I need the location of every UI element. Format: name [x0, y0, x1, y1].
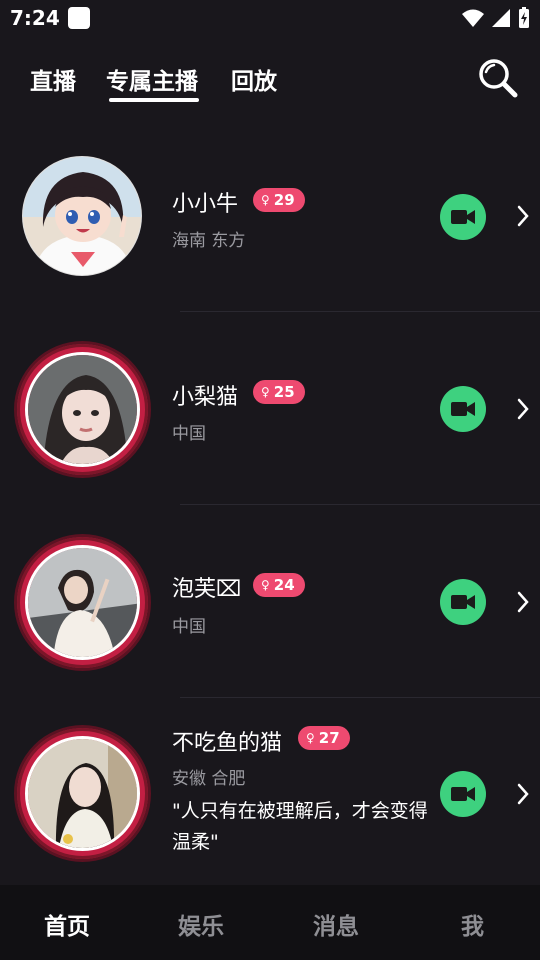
search-icon — [479, 59, 518, 98]
host-list-item[interactable]: 不吃鱼的猫 ♀ 27 安徽 合肥 "人只有在被理解后，才会变得温柔" — [0, 698, 540, 885]
female-icon: ♀ — [261, 193, 270, 207]
host-location: 中国 — [172, 424, 206, 444]
host-signature: "人只有在被理解后，才会变得温柔" — [172, 800, 428, 853]
host-name: 小梨猫 — [172, 385, 239, 410]
host-name: 小小牛 — [172, 192, 239, 217]
chevron-right-icon[interactable] — [514, 782, 532, 806]
age-value: 29 — [273, 191, 295, 209]
female-icon: ♀ — [261, 385, 270, 399]
video-camera-icon — [451, 402, 475, 416]
host-avatar-live[interactable] — [17, 537, 148, 668]
host-avatar[interactable] — [22, 156, 142, 276]
female-icon: ♀ — [306, 731, 315, 745]
nav-messages[interactable]: 消息 — [313, 907, 359, 941]
wifi-icon — [462, 9, 484, 27]
host-avatar-image — [25, 736, 140, 851]
host-avatar-live[interactable] — [17, 728, 148, 859]
age-value: 25 — [273, 383, 295, 401]
age-badge: ♀ 29 — [253, 188, 305, 212]
chevron-right-icon[interactable] — [514, 590, 532, 614]
tab-live[interactable]: 直播 — [30, 62, 76, 96]
nav-me[interactable]: 我 — [461, 907, 484, 941]
anime-girl-avatar-image — [23, 157, 141, 275]
tab-replay[interactable]: 回放 — [231, 62, 277, 96]
nav-home[interactable]: 首页 — [44, 907, 90, 941]
video-camera-icon — [451, 595, 475, 609]
tab-exclusive-hosts[interactable]: 专属主播 — [106, 62, 198, 96]
host-avatar-live[interactable] — [17, 344, 148, 475]
video-camera-icon — [451, 787, 475, 801]
bottom-nav: 首页 娱乐 消息 我 — [0, 885, 540, 960]
female-icon: ♀ — [261, 578, 270, 592]
host-list-item[interactable]: 小梨猫 ♀ 25 中国 — [0, 312, 540, 502]
video-call-button[interactable] — [440, 771, 486, 817]
battery-icon — [519, 7, 529, 28]
active-tab-indicator — [109, 98, 199, 102]
host-avatar-image — [25, 352, 140, 467]
host-name: 泡芙⌧ — [172, 577, 242, 602]
host-list-item[interactable]: 泡芙⌧ ♀ 24 中国 — [0, 505, 540, 695]
age-value: 24 — [273, 576, 295, 594]
video-call-button[interactable] — [440, 386, 486, 432]
search-button[interactable] — [478, 58, 518, 98]
host-location: 海南 东方 — [172, 231, 246, 251]
chevron-right-icon[interactable] — [514, 204, 532, 228]
system-icons — [462, 7, 530, 29]
host-list-item[interactable]: 小小牛 ♀ 29 海南 东方 — [0, 120, 540, 310]
age-value: 27 — [318, 729, 340, 747]
host-location: 安徽 合肥 — [172, 769, 246, 789]
status-time: 7:24 — [10, 6, 60, 30]
host-name: 不吃鱼的猫 — [172, 731, 283, 756]
nav-entertainment[interactable]: 娱乐 — [178, 907, 224, 941]
age-badge: ♀ 25 — [253, 380, 305, 404]
host-location: 中国 — [172, 617, 206, 637]
video-call-button[interactable] — [440, 579, 486, 625]
signal-icon — [492, 9, 510, 27]
video-camera-icon — [451, 210, 475, 224]
host-avatar-image — [25, 545, 140, 660]
age-badge: ♀ 27 — [298, 726, 350, 750]
age-badge: ♀ 24 — [253, 573, 305, 597]
notification-icon — [68, 7, 90, 29]
video-call-button[interactable] — [440, 194, 486, 240]
chevron-right-icon[interactable] — [514, 397, 532, 421]
top-tab-bar: 直播 专属主播 回放 — [0, 52, 540, 108]
status-bar: 7:24 — [0, 0, 540, 36]
